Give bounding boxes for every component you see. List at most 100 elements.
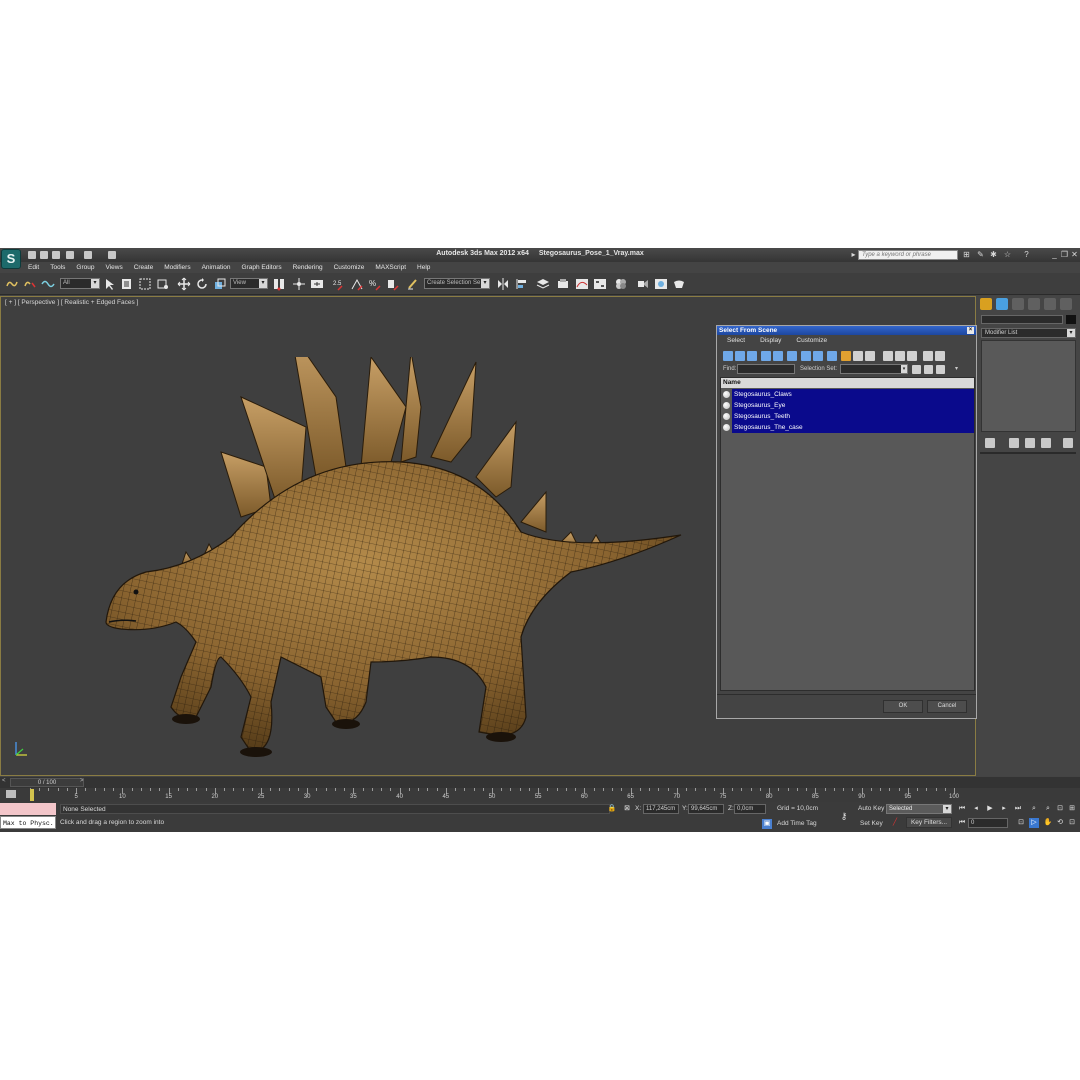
play-icon[interactable]: ▶ — [985, 804, 995, 814]
material-editor-icon[interactable] — [614, 277, 628, 291]
previous-frame-icon[interactable]: < — [2, 778, 8, 786]
selection-set-options-icon[interactable]: ▾ — [955, 365, 964, 374]
align-icon[interactable] — [514, 277, 528, 291]
time-slider-knob[interactable]: 0 / 100 — [10, 778, 84, 787]
z-coord-field[interactable]: 0,0cm — [734, 804, 766, 814]
display-none-icon[interactable] — [853, 351, 863, 361]
display-invert-icon[interactable] — [865, 351, 875, 361]
orbit-icon[interactable]: ⟲ — [1055, 818, 1065, 828]
key-filters-button[interactable]: Key Filters... — [906, 817, 952, 828]
dialog-menu-customize[interactable]: Customize — [786, 337, 832, 347]
maximize-viewport-icon[interactable]: ⊡ — [1067, 818, 1077, 828]
list-item[interactable]: Stegosaurus_The_case — [721, 422, 974, 433]
groups-filter-icon[interactable] — [801, 351, 811, 361]
zoom-extents-all-icon[interactable]: ⊞ — [1067, 804, 1077, 814]
list-item[interactable]: Stegosaurus_Eye — [721, 400, 974, 411]
unlink-icon[interactable] — [23, 277, 37, 291]
favorites-icon[interactable]: ☆ — [1003, 250, 1012, 259]
close-icon[interactable]: ✕ — [1070, 250, 1079, 259]
restore-icon[interactable]: ❐ — [1060, 250, 1069, 259]
maxscript-listener-output[interactable] — [0, 803, 56, 815]
remove-modifier-icon[interactable] — [1041, 438, 1051, 448]
show-end-result-icon[interactable] — [1009, 438, 1019, 448]
schematic-view-icon[interactable] — [593, 277, 607, 291]
modify-tab-icon[interactable] — [996, 298, 1008, 310]
list-item[interactable]: Stegosaurus_Teeth — [721, 411, 974, 422]
menu-edit[interactable]: Edit — [22, 262, 44, 273]
bones-filter-icon[interactable] — [827, 351, 837, 361]
curve-editor-icon[interactable] — [575, 277, 589, 291]
layer-manager-icon[interactable] — [536, 277, 550, 291]
y-coord-field[interactable]: 99,645cm — [688, 804, 724, 814]
cancel-button[interactable]: Cancel — [927, 700, 967, 713]
help-icon[interactable]: ? — [1022, 250, 1031, 259]
current-frame-field[interactable]: 0 — [968, 818, 1008, 828]
add-to-selection-set-icon[interactable] — [924, 365, 933, 374]
xrefs-filter-icon[interactable] — [813, 351, 823, 361]
spinner-snap-icon[interactable] — [386, 277, 400, 291]
filter-icon[interactable] — [923, 351, 933, 361]
selection-filter-dropdown[interactable]: All ▾ — [60, 278, 100, 289]
geometry-filter-icon[interactable] — [723, 351, 733, 361]
set-key-icon[interactable]: ⚷ — [839, 811, 849, 821]
communication-icon[interactable]: ✱ — [989, 250, 998, 259]
auto-key-button[interactable]: Auto Key — [858, 805, 884, 812]
hierarchy-tab-icon[interactable] — [1012, 298, 1024, 310]
list-item-label[interactable]: Stegosaurus_Claws — [732, 389, 974, 400]
key-mode-toggle-icon[interactable]: ⏮ — [957, 818, 967, 828]
rendered-frame-window-icon[interactable] — [654, 277, 668, 291]
frame-ruler[interactable]: 5 10 15 20 25 30 35 40 45 50 55 60 65 70 75 80 85 90 95 100 — [30, 788, 959, 802]
time-tag-icon[interactable]: ▣ — [762, 819, 772, 829]
graphite-tools-icon[interactable] — [556, 277, 570, 291]
close-icon[interactable]: × — [967, 327, 974, 334]
display-tab-icon[interactable] — [1044, 298, 1056, 310]
menu-maxscript[interactable]: MAXScript — [369, 262, 411, 273]
zoom-region-icon[interactable]: ▷ — [1029, 818, 1039, 828]
menu-rendering[interactable]: Rendering — [287, 262, 328, 273]
rectangular-selection-icon[interactable] — [138, 277, 152, 291]
set-key-button[interactable]: Set Key — [860, 820, 883, 827]
go-to-end-icon[interactable]: ⏭ — [1013, 804, 1023, 814]
filter-options-icon[interactable] — [935, 351, 945, 361]
menu-animation[interactable]: Animation — [196, 262, 236, 273]
stegosaurus-model[interactable] — [101, 357, 691, 777]
next-key-icon[interactable]: ▸ — [999, 804, 1009, 814]
maxscript-mini-listener[interactable]: Max to Physc. — [0, 816, 56, 829]
selection-set-dropdown[interactable]: ▾ — [840, 364, 908, 374]
shapes-filter-icon[interactable] — [735, 351, 745, 361]
scene-object-list[interactable]: Name Stegosaurus_Claws Stegosaurus_Eye S… — [720, 377, 975, 691]
zoom-icon[interactable]: ⌕ — [1029, 804, 1039, 814]
track-bar[interactable]: 5 10 15 20 25 30 35 40 45 50 55 60 65 70 75 80 85 90 95 100 — [0, 788, 1080, 802]
select-and-move-icon[interactable] — [177, 277, 191, 291]
create-selection-set-icon[interactable] — [912, 365, 921, 374]
minimize-icon[interactable]: _ — [1050, 250, 1059, 259]
spacewarps-filter-icon[interactable] — [787, 351, 797, 361]
subscription-icon[interactable]: ✎ — [976, 250, 985, 259]
modifier-list-dropdown[interactable]: Modifier List ▾ — [981, 328, 1076, 338]
search-input[interactable]: Type a keyword or phrase — [858, 250, 958, 260]
next-frame-icon[interactable]: > — [80, 778, 86, 786]
select-and-scale-icon[interactable] — [213, 277, 227, 291]
select-invert-icon[interactable] — [907, 351, 917, 361]
dialog-title-bar[interactable]: Select From Scene × — [717, 326, 976, 335]
make-unique-icon[interactable] — [1025, 438, 1035, 448]
default-in-out-tangent-icon[interactable]: ╱ — [890, 818, 900, 828]
object-name-field[interactable] — [981, 315, 1063, 324]
absolute-mode-icon[interactable]: ⊠ — [622, 804, 632, 814]
app-logo-icon[interactable]: S — [1, 249, 21, 269]
menu-create[interactable]: Create — [128, 262, 159, 273]
link-icon[interactable] — [5, 277, 19, 291]
binoculars-icon[interactable]: ⊞ — [962, 250, 971, 259]
pivot-center-icon[interactable] — [272, 277, 286, 291]
helpers-filter-icon[interactable] — [773, 351, 783, 361]
create-tab-icon[interactable] — [980, 298, 992, 310]
snap-toggle-icon[interactable]: 2.5 — [332, 277, 346, 291]
utilities-tab-icon[interactable] — [1060, 298, 1072, 310]
current-frame-marker[interactable] — [30, 789, 34, 801]
select-none-icon[interactable] — [895, 351, 905, 361]
menu-customize[interactable]: Customize — [328, 262, 370, 273]
select-object-icon[interactable] — [103, 277, 117, 291]
menu-modifiers[interactable]: Modifiers — [158, 262, 195, 273]
motion-tab-icon[interactable] — [1028, 298, 1040, 310]
configure-modifier-sets-icon[interactable] — [1063, 438, 1073, 448]
